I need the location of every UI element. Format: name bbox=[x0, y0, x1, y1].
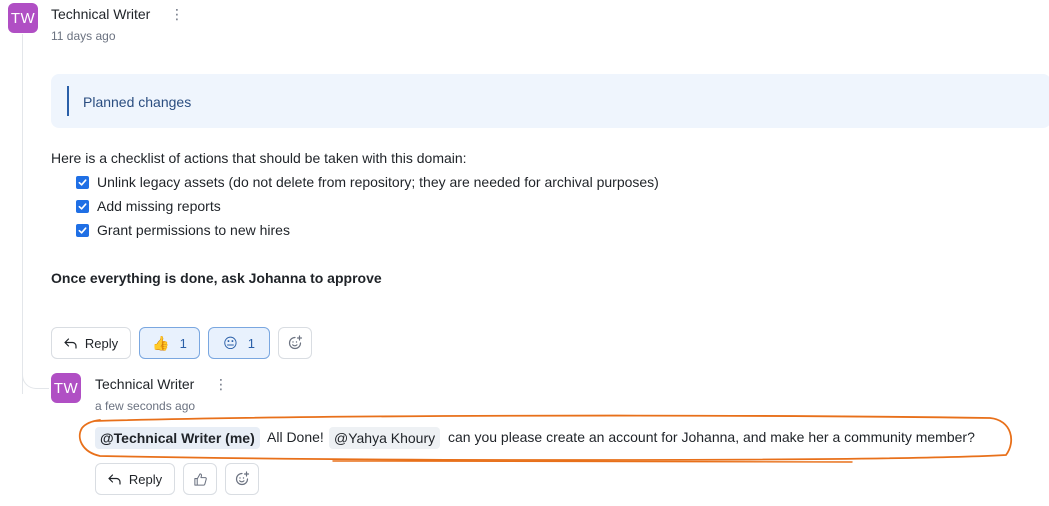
reaction-count: 1 bbox=[247, 335, 255, 351]
add-reaction-icon bbox=[288, 335, 303, 350]
callout-block: Planned changes bbox=[51, 74, 1049, 128]
reaction-button-neutral-face[interactable]: 😐 1 bbox=[208, 327, 270, 359]
thumbs-up-icon: 👍 bbox=[152, 334, 170, 351]
checkmark-icon bbox=[78, 178, 87, 186]
neutral-face-icon: 😐 bbox=[223, 334, 238, 351]
vertical-ellipsis-icon[interactable]: ⋮ bbox=[214, 377, 228, 391]
reply-button-label: Reply bbox=[84, 335, 119, 351]
post-closing-text: Once everything is done, ask Johanna to … bbox=[51, 270, 382, 286]
comment-thread: TW Technical Writer ⋮ 11 days ago Planne… bbox=[0, 0, 1049, 506]
avatar[interactable]: TW bbox=[8, 3, 38, 33]
reply-arrow-icon bbox=[64, 337, 77, 349]
checklist-item[interactable]: Grant permissions to new hires bbox=[76, 222, 290, 238]
callout-text: Planned changes bbox=[83, 94, 192, 110]
checklist-item-label: Unlink legacy assets (do not delete from… bbox=[97, 174, 659, 190]
reply-button[interactable]: Reply bbox=[95, 463, 175, 495]
thread-connector-curve bbox=[22, 366, 49, 389]
reaction-count: 1 bbox=[179, 335, 187, 351]
checkbox-checked[interactable] bbox=[76, 175, 89, 189]
checkbox-checked[interactable] bbox=[76, 223, 89, 237]
reply-arrow-icon bbox=[108, 473, 121, 485]
checkmark-icon bbox=[78, 202, 87, 210]
add-reaction-button[interactable] bbox=[278, 327, 312, 359]
checklist-item[interactable]: Unlink legacy assets (do not delete from… bbox=[76, 174, 659, 190]
checkbox-checked[interactable] bbox=[76, 199, 89, 213]
author-name[interactable]: Technical Writer bbox=[51, 6, 150, 22]
checklist-item-label: Grant permissions to new hires bbox=[97, 222, 290, 238]
add-reaction-button[interactable] bbox=[225, 463, 259, 495]
mention-user[interactable]: @Yahya Khoury bbox=[329, 427, 441, 449]
checklist-item[interactable]: Add missing reports bbox=[76, 198, 221, 214]
author-name[interactable]: Technical Writer bbox=[95, 376, 194, 392]
checklist-item-label: Add missing reports bbox=[97, 198, 221, 214]
vertical-ellipsis-icon[interactable]: ⋮ bbox=[170, 7, 184, 21]
avatar[interactable]: TW bbox=[51, 373, 81, 403]
reply-text: All Done! bbox=[267, 429, 324, 445]
like-button[interactable] bbox=[183, 463, 217, 495]
callout-accent-bar bbox=[67, 86, 69, 116]
reply-button-label: Reply bbox=[128, 471, 163, 487]
checkmark-icon bbox=[78, 226, 87, 234]
reply-button[interactable]: Reply bbox=[51, 327, 131, 359]
reaction-button-thumbs-up[interactable]: 👍 1 bbox=[139, 327, 200, 359]
post-intro-text: Here is a checklist of actions that shou… bbox=[51, 150, 467, 166]
add-reaction-icon bbox=[235, 471, 250, 486]
thumbs-up-icon bbox=[193, 472, 207, 486]
reply-text: can you please create an account for Joh… bbox=[448, 429, 975, 445]
reply-timestamp: a few seconds ago bbox=[95, 399, 196, 413]
post-timestamp: 11 days ago bbox=[51, 29, 116, 43]
mention-self[interactable]: @Technical Writer (me) bbox=[95, 427, 260, 449]
thread-connector-line bbox=[22, 34, 23, 394]
